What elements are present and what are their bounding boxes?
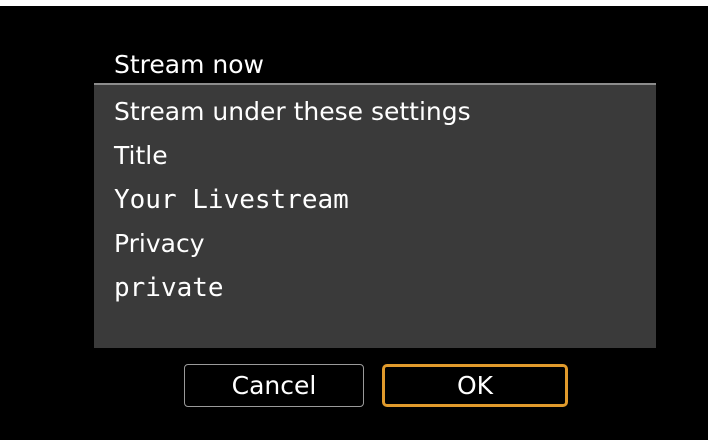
cancel-button[interactable]: Cancel: [184, 364, 364, 407]
title-value: Your Livestream: [114, 185, 349, 215]
settings-panel: Stream under these settings Title Your L…: [94, 85, 656, 348]
privacy-label: Privacy: [114, 229, 205, 258]
dialog-title: Stream now: [114, 50, 264, 79]
camera-screen: Stream now Stream under these settings T…: [0, 6, 708, 440]
ok-button[interactable]: OK: [382, 364, 568, 407]
privacy-value: private: [114, 273, 224, 303]
title-label: Title: [114, 141, 168, 170]
confirmation-message: Stream under these settings: [114, 97, 471, 126]
